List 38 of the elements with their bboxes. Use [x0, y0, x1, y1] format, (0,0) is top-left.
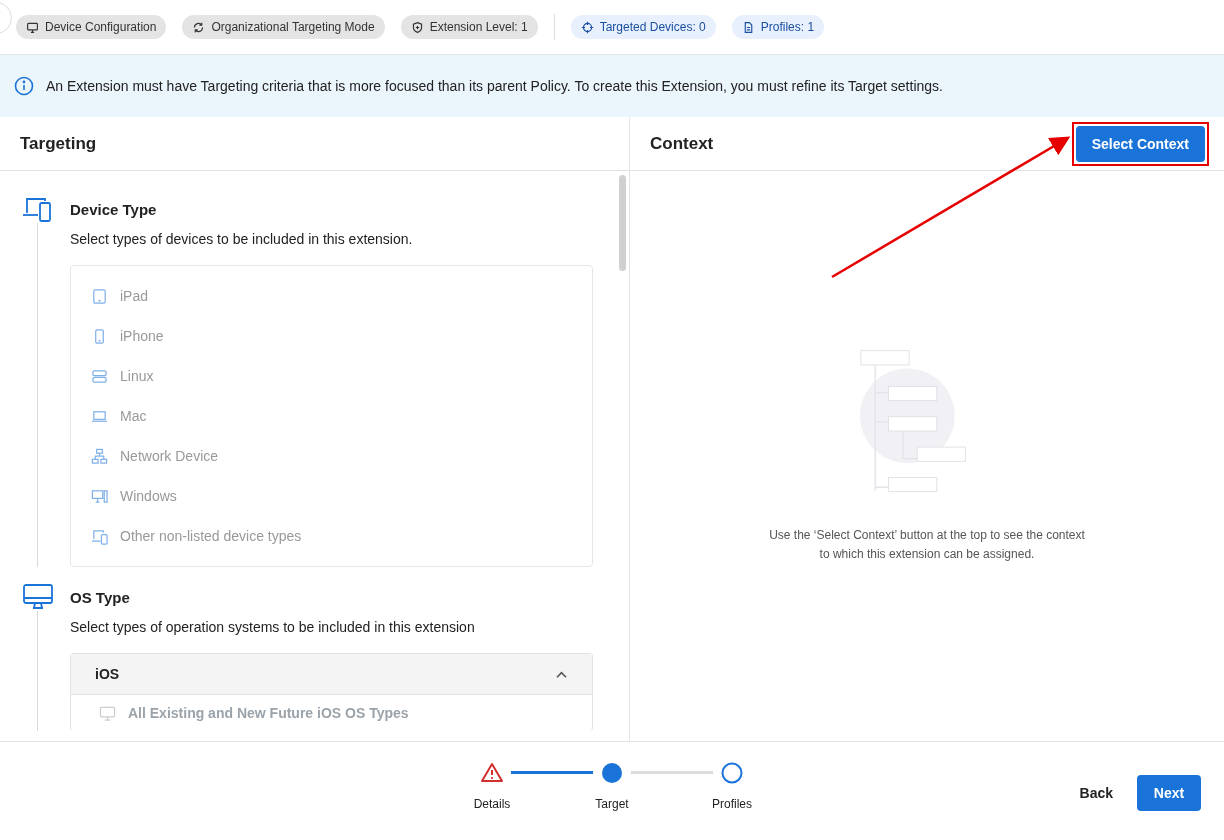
- crosshair-icon: [580, 20, 594, 34]
- status-chip: Organizational Targeting Mode: [182, 15, 385, 39]
- scrollbar[interactable]: [619, 175, 626, 271]
- info-icon: [14, 76, 34, 96]
- banner-message: An Extension must have Targeting criteria that is more focused than its parent Policy. To create this Extension, you must refine its Target settings.: [46, 78, 943, 94]
- panel-title: Targeting: [20, 133, 97, 154]
- empty-state-message: Use the ‘Select Context’ button at the top to see the context to which this extension can be assigned.: [768, 527, 1086, 563]
- devices-icon: [91, 527, 108, 545]
- section-title: Device Type: [70, 200, 157, 218]
- select-context-button[interactable]: Select Context: [1075, 125, 1205, 162]
- status-chip: Targeted Devices: 0: [570, 15, 716, 39]
- next-button[interactable]: Next: [1137, 775, 1201, 811]
- step-label: Target: [595, 797, 629, 811]
- laptop-phone-icon: [22, 195, 54, 223]
- step-indicator: [720, 761, 744, 785]
- desktop-icon: [91, 487, 108, 505]
- monitor-icon: [26, 20, 39, 34]
- warning-icon: [480, 761, 504, 785]
- os-group-header[interactable]: iOS: [71, 654, 592, 695]
- status-chip: Profiles: 1: [731, 15, 825, 39]
- shield-icon: [410, 20, 424, 34]
- section-description: Select types of devices to be included in this extension.: [70, 231, 414, 247]
- step-label: Details: [473, 797, 511, 811]
- status-chip: Device Configuration: [16, 15, 167, 39]
- section-description: Select types of operation systems to be included in this extension: [70, 619, 476, 635]
- section-title: OS Type: [70, 588, 130, 606]
- chevron-icon: [555, 669, 568, 679]
- status-chip: Extension Level: 1: [400, 15, 538, 39]
- step-indicator: [600, 761, 624, 785]
- monitor-icon: [22, 583, 54, 611]
- server-icon: [91, 367, 108, 385]
- tablet-icon: [91, 287, 108, 305]
- panel-title: Context: [650, 133, 714, 154]
- network-icon: [91, 447, 108, 465]
- back-button[interactable]: Back: [1079, 785, 1113, 801]
- step-label: Profiles: [712, 797, 752, 811]
- monitor-icon: [99, 705, 116, 721]
- sync-icon: [192, 20, 206, 34]
